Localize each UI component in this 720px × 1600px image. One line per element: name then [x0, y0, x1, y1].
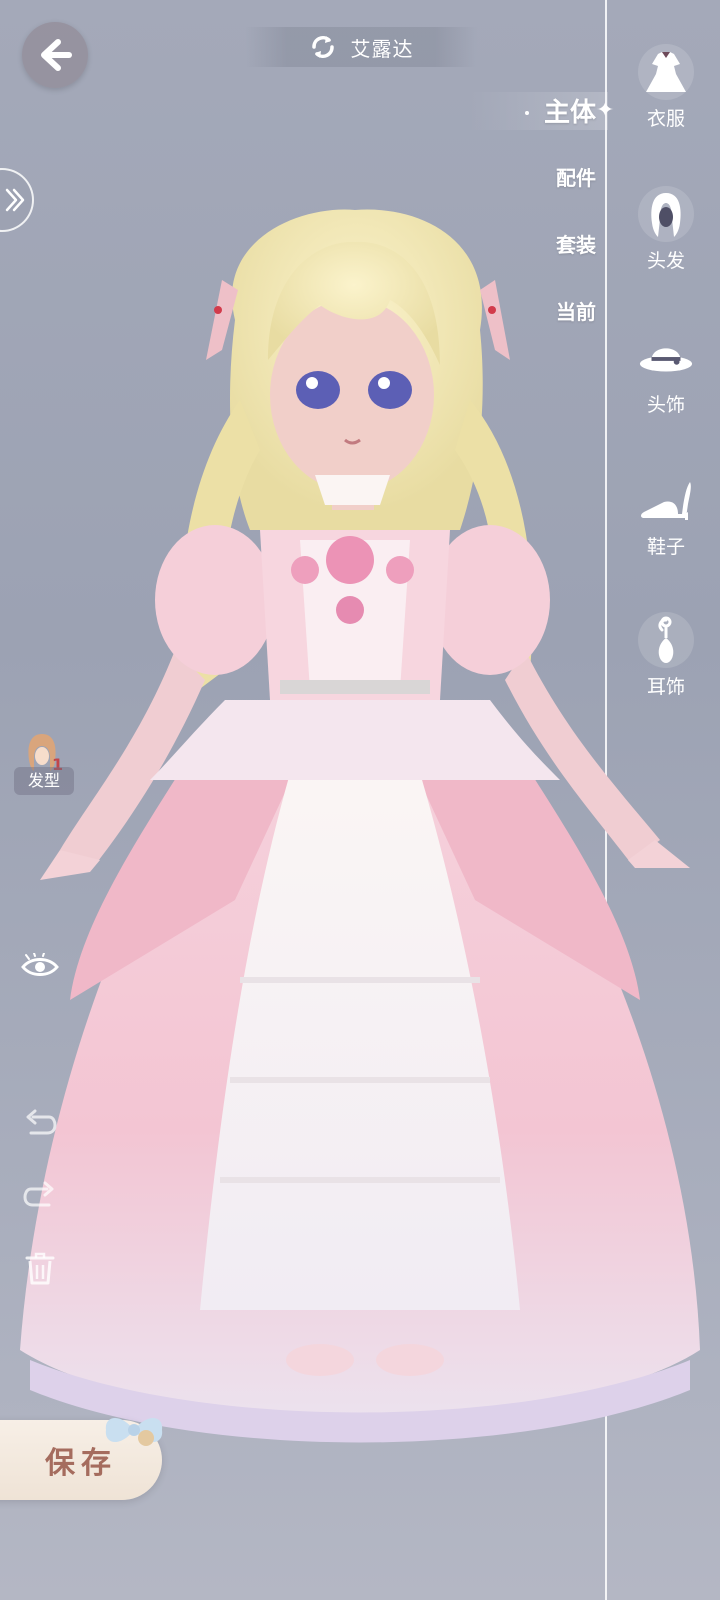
hair-icon — [638, 186, 694, 242]
delete-button[interactable] — [20, 1248, 60, 1288]
redo-icon — [23, 1181, 54, 1207]
dress-icon — [638, 44, 694, 100]
slot-headwear[interactable]: 头饰 — [630, 330, 702, 417]
slot-hair[interactable]: 头发 — [630, 186, 702, 273]
tab-outfit-set[interactable]: 套装 — [556, 229, 596, 258]
slot-clothes[interactable]: 衣服 — [630, 44, 702, 131]
hat-icon — [638, 330, 694, 386]
character-title-bar[interactable]: 艾露达 — [245, 27, 477, 67]
active-tab-dot — [525, 111, 529, 115]
undo-button[interactable] — [20, 1104, 60, 1144]
eye-icon — [21, 953, 59, 976]
back-arrow-icon — [41, 39, 72, 71]
double-chevron-right-icon — [5, 188, 25, 212]
refresh-icon[interactable] — [309, 33, 337, 61]
bow-decoration-icon — [105, 1417, 163, 1446]
tab-main[interactable]: 主体 — [544, 92, 596, 129]
shoe-icon — [638, 472, 694, 528]
slot-label-hair: 头发 — [646, 250, 685, 272]
slot-earrings[interactable]: 耳饰 — [630, 612, 702, 699]
trash-icon — [25, 1252, 55, 1285]
character-name: 艾露达 — [350, 36, 414, 61]
character-model[interactable] — [0, 200, 720, 1460]
visibility-toggle[interactable] — [20, 948, 60, 988]
slot-label-clothes: 衣服 — [646, 108, 685, 130]
earring-icon — [638, 612, 694, 668]
slot-label-headwear: 头饰 — [646, 394, 685, 416]
slot-label-shoes: 鞋子 — [646, 536, 685, 558]
slot-label-earrings: 耳饰 — [646, 676, 685, 698]
sparkle-icon: ✦ — [596, 98, 615, 123]
redo-button[interactable] — [20, 1176, 60, 1216]
undo-icon — [26, 1109, 57, 1135]
back-button[interactable] — [22, 22, 88, 88]
tab-current[interactable]: 当前 — [556, 296, 596, 325]
hairstyle-label[interactable]: 发型 — [14, 767, 74, 795]
slot-shoes[interactable]: 鞋子 — [630, 472, 702, 559]
tab-accessories[interactable]: 配件 — [556, 162, 596, 191]
